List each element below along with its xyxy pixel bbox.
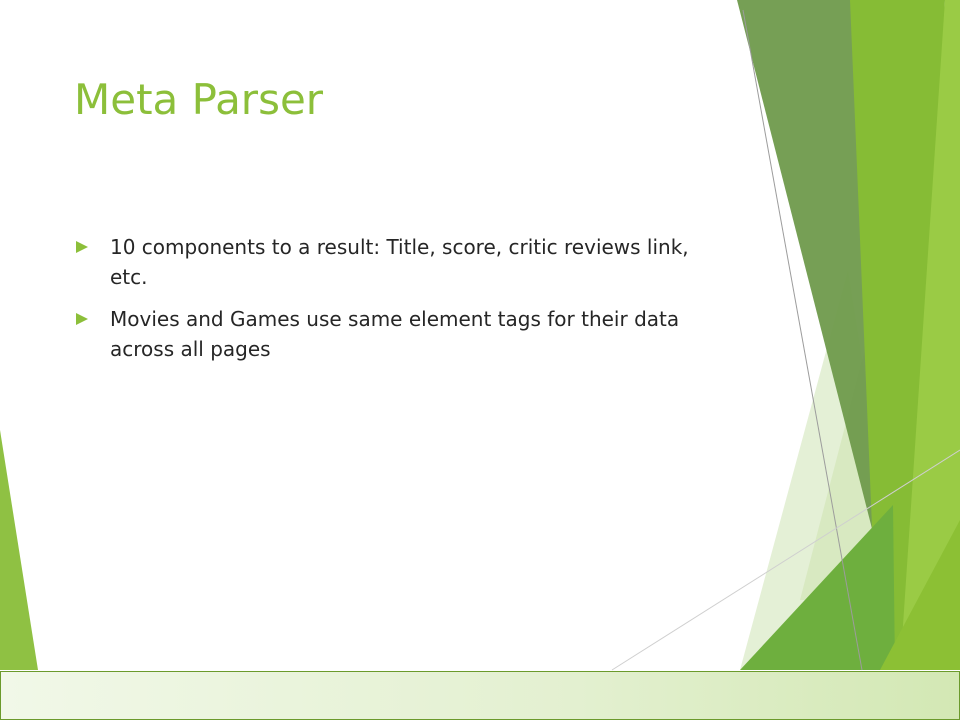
bullet-text: Movies and Games use same element tags f… [110,307,680,361]
bullet-list: 10 components to a result: Title, score,… [74,232,724,376]
triangle-bullet-icon [76,313,88,325]
slide-title: Meta Parser [74,75,324,124]
triangle-bullet-icon [76,241,88,253]
slide: Meta Parser 10 components to a result: T… [0,0,960,720]
bullet-item: 10 components to a result: Title, score,… [74,232,724,292]
footer-band [0,671,960,720]
left-edge-stripe [0,430,38,670]
bullet-text: 10 components to a result: Title, score,… [110,235,689,289]
bullet-item: Movies and Games use same element tags f… [74,304,724,364]
